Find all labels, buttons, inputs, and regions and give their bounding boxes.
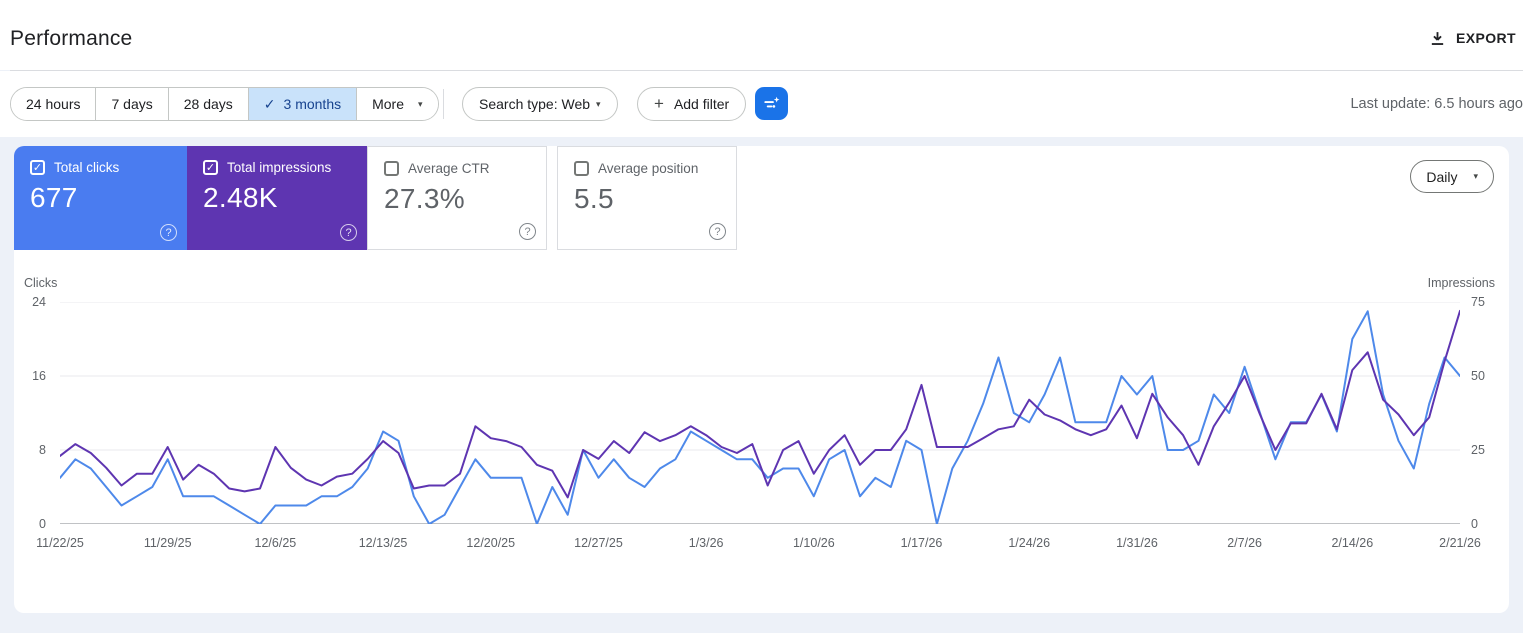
- download-icon: [1429, 30, 1446, 47]
- export-label: EXPORT: [1456, 30, 1516, 46]
- date-range-24-hours[interactable]: 24 hours: [11, 88, 97, 120]
- date-range-chip-group: 24 hours 7 days 28 days ✓ 3 months More …: [10, 87, 439, 121]
- search-type-dropdown[interactable]: Search type: Web ▾: [462, 87, 618, 121]
- checkbox-unchecked-icon[interactable]: [384, 161, 399, 176]
- granularity-dropdown[interactable]: Daily ▾: [1410, 160, 1494, 193]
- series-clicks-line: [59, 310, 1461, 525]
- export-button[interactable]: EXPORT: [1429, 24, 1516, 52]
- checkbox-unchecked-icon[interactable]: [574, 161, 589, 176]
- date-range-28-days[interactable]: 28 days: [168, 88, 249, 120]
- filter-bar: 24 hours 7 days 28 days ✓ 3 months More …: [0, 71, 1523, 137]
- metric-card-average-ctr[interactable]: Average CTR 27.3% ?: [367, 146, 547, 250]
- chevron-down-icon: ▾: [418, 98, 423, 109]
- x-axis-labels: 11/22/25 11/29/25 12/6/25 12/13/25 12/20/25 1…: [36, 536, 1481, 550]
- left-axis-ticks: 24 16 8 0: [32, 295, 46, 531]
- metric-card-total-impressions[interactable]: ✓ Total impressions 2.48K ?: [187, 146, 367, 250]
- metric-card-average-position[interactable]: Average position 5.5 ?: [557, 146, 737, 250]
- date-range-3-months[interactable]: ✓ 3 months: [248, 88, 358, 120]
- page-title: Performance: [10, 27, 133, 50]
- metric-card-total-clicks[interactable]: ✓ Total clicks 677 ?: [14, 146, 187, 250]
- metric-value: 27.3%: [384, 183, 465, 214]
- left-axis-title: Clicks: [24, 276, 58, 290]
- right-axis-title: Impressions: [1427, 276, 1495, 290]
- plus-icon: +: [654, 94, 664, 113]
- checkbox-checked-icon[interactable]: ✓: [30, 160, 45, 175]
- header-bar: Performance EXPORT: [0, 0, 1523, 70]
- help-icon[interactable]: ?: [519, 223, 536, 240]
- chevron-down-icon: ▾: [1473, 171, 1478, 181]
- performance-chart[interactable]: Clicks Impressions 24 16 8 0 75 50 25 0 11/22/…: [14, 264, 1509, 604]
- metric-cards-row: ✓ Total clicks 677 ? ✓ Total impressions…: [14, 146, 737, 250]
- date-range-more-dropdown[interactable]: More ▾: [357, 88, 438, 120]
- help-icon[interactable]: ?: [709, 223, 726, 240]
- check-icon: ✓: [263, 95, 276, 112]
- filterbar-divider: [443, 89, 444, 119]
- chevron-down-icon: ▾: [596, 98, 601, 109]
- metric-value: 677: [30, 182, 78, 213]
- tune-sparkle-icon: [762, 94, 781, 113]
- last-update-text: Last update: 6.5 hours ago: [1350, 96, 1523, 112]
- add-filter-button[interactable]: + Add filter: [637, 87, 747, 121]
- date-range-7-days[interactable]: 7 days: [96, 88, 169, 120]
- filter-tune-sparkle-button[interactable]: [755, 87, 788, 120]
- checkbox-checked-icon[interactable]: ✓: [203, 160, 218, 175]
- help-icon[interactable]: ?: [160, 224, 177, 241]
- right-axis-ticks: 75 50 25 0: [1471, 295, 1485, 531]
- chart-plot-area[interactable]: [59, 301, 1461, 525]
- help-icon[interactable]: ?: [340, 224, 357, 241]
- metric-value: 5.5: [574, 183, 614, 214]
- performance-panel: ✓ Total clicks 677 ? ✓ Total impressions…: [14, 146, 1509, 613]
- metric-value: 2.48K: [203, 182, 278, 213]
